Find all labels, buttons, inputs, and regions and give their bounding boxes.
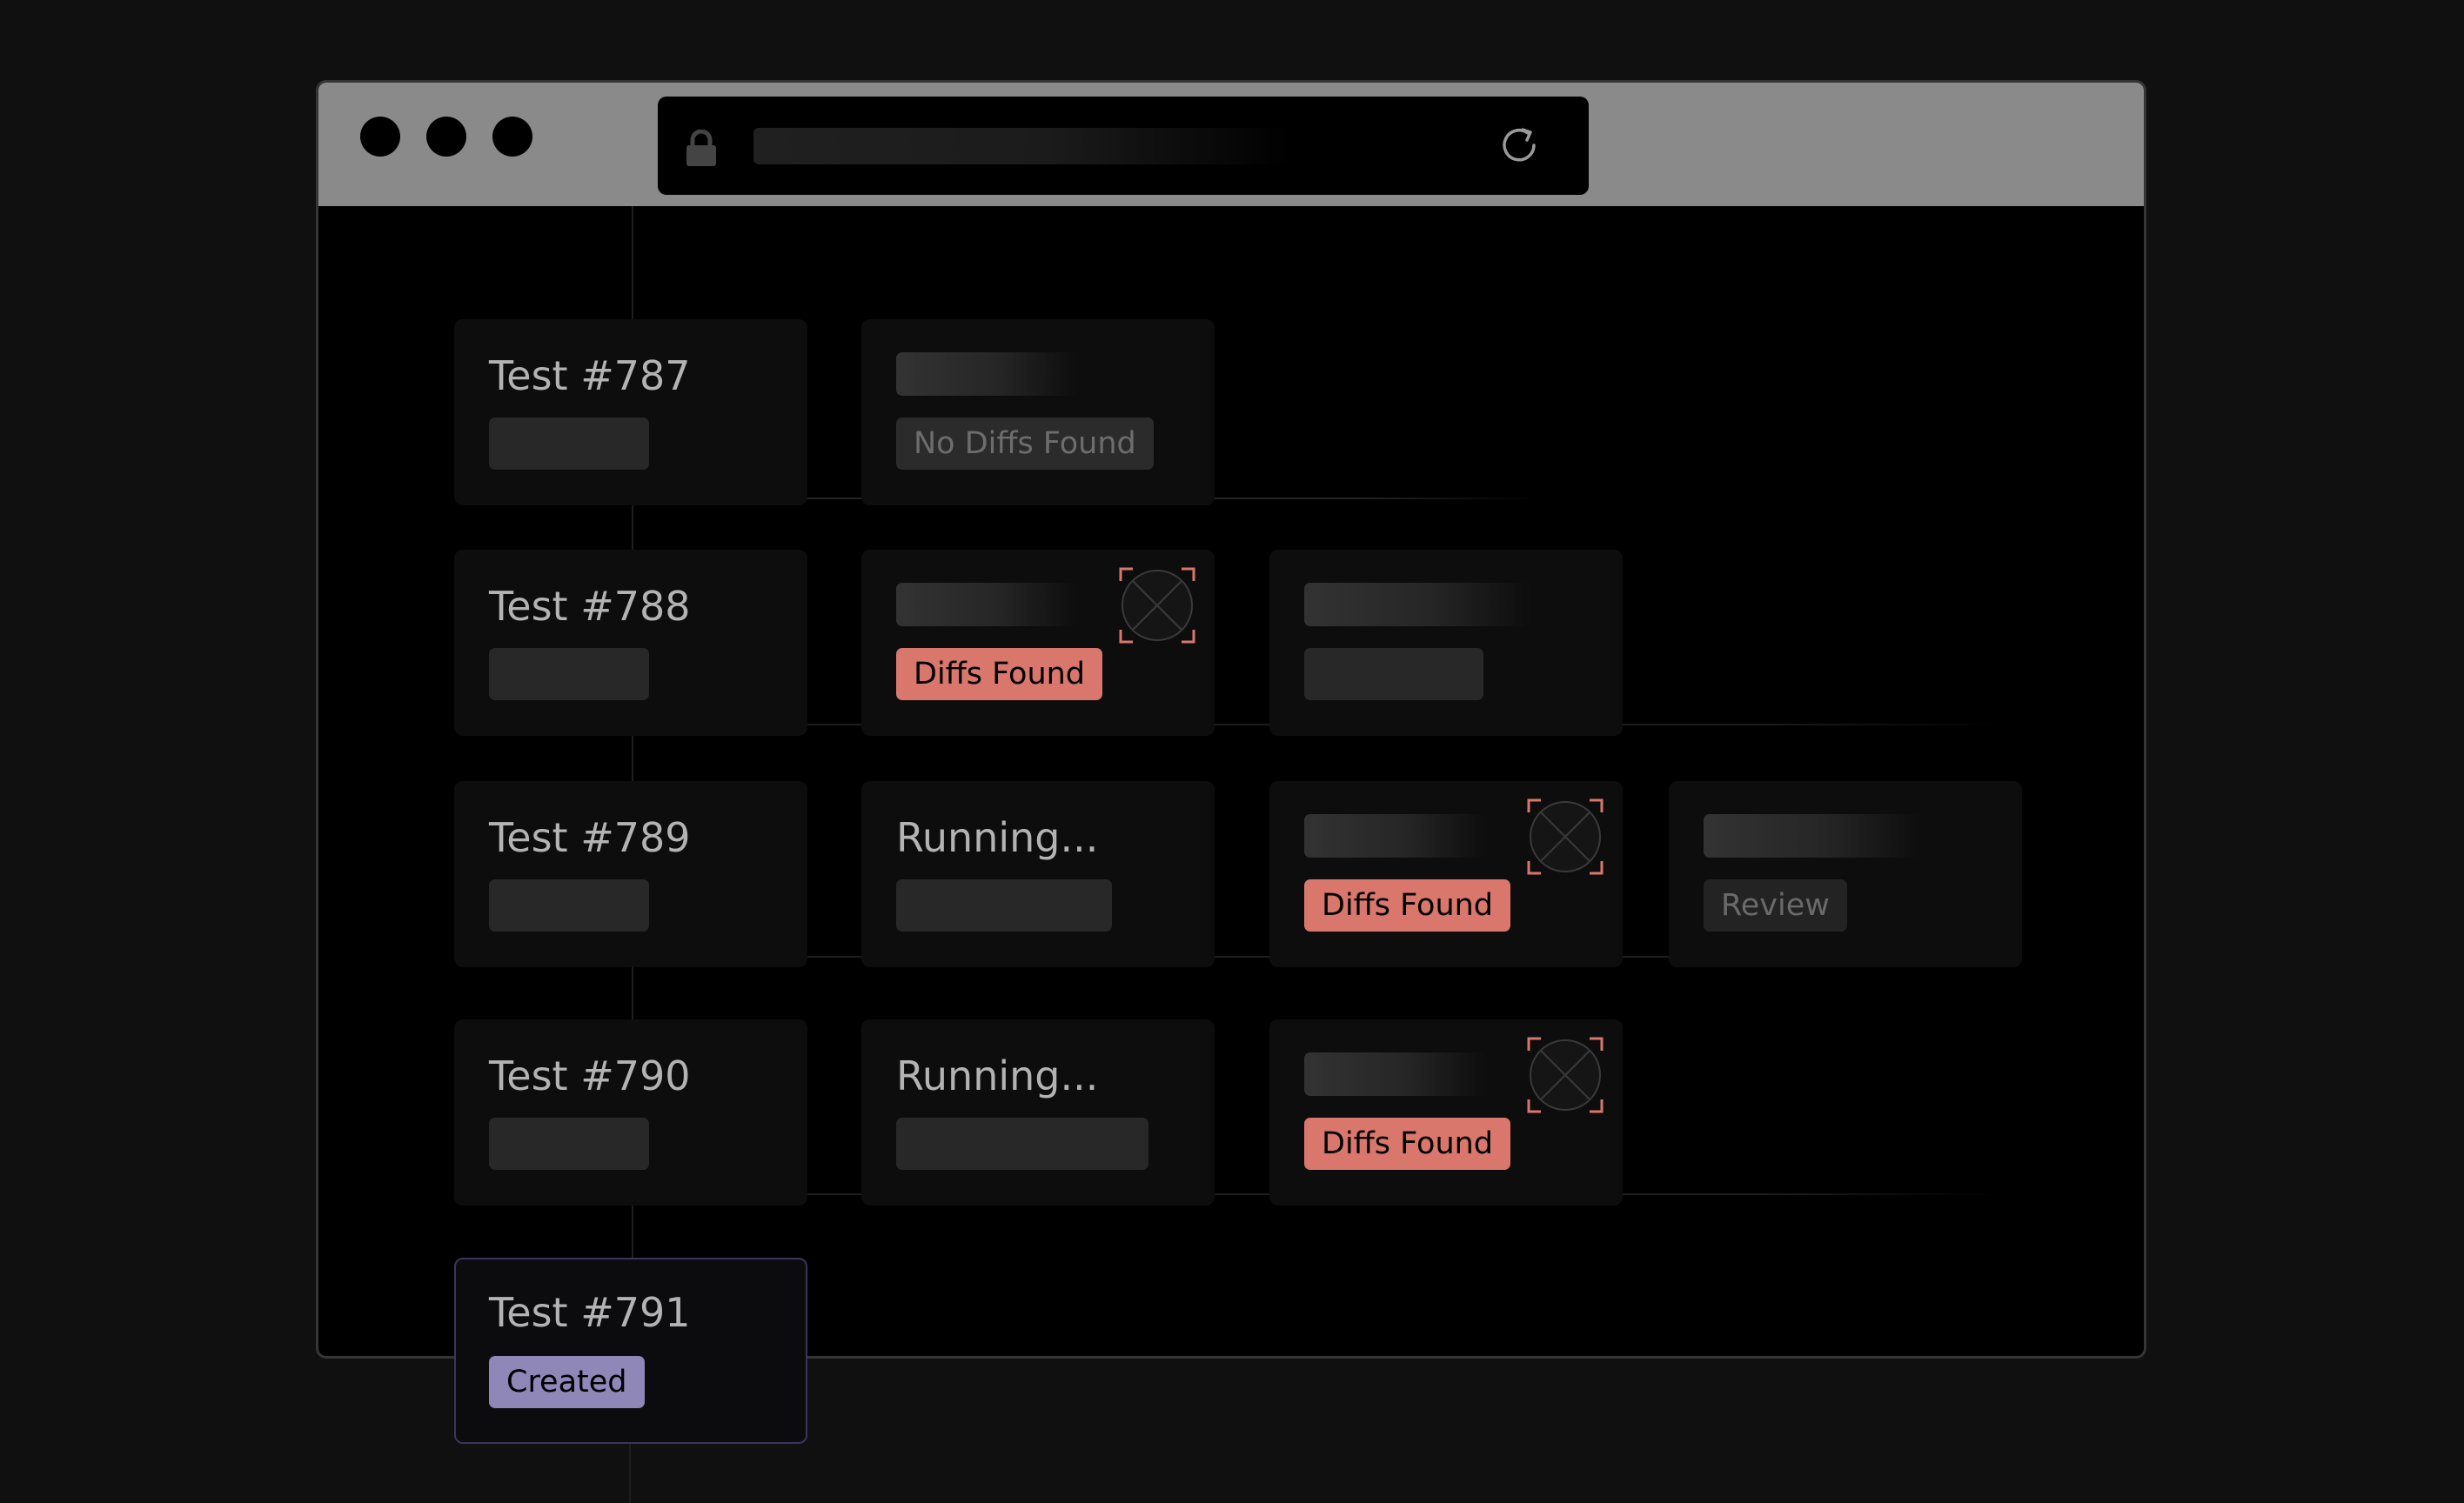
stage-card[interactable] [1269,550,1623,736]
diff-marker-icon[interactable] [1527,1037,1604,1113]
test-title: Test #788 [489,583,691,630]
stage-card[interactable]: Review [1669,781,2022,967]
status-badge: Diffs Found [896,648,1103,700]
test-title: Test #787 [489,352,691,399]
address-bar[interactable] [658,97,1589,195]
diff-marker-icon[interactable] [1119,567,1195,644]
test-card[interactable]: Test #790 [454,1019,807,1206]
status-badge: Diffs Found [1304,879,1511,932]
minimize-dot[interactable] [426,117,466,157]
stage-card[interactable]: Running... [861,1019,1215,1206]
stage-title-placeholder [1304,583,1530,626]
lock-icon [686,130,716,166]
stage-title: Running... [896,1052,1099,1099]
status-badge: Review [1704,879,1847,932]
test-title: Test #789 [489,814,691,861]
test-card-created[interactable]: Test #791 Created [454,1258,807,1444]
status-placeholder [489,648,649,700]
status-placeholder [1304,648,1483,700]
stage-card[interactable]: Running... [861,781,1215,967]
test-card[interactable]: Test #787 [454,319,807,505]
status-placeholder [489,1118,649,1170]
status-badge: No Diffs Found [896,418,1154,470]
stage-title-placeholder [896,583,1079,626]
stage-title-placeholder [1304,1052,1487,1096]
test-title: Test #790 [489,1052,691,1099]
status-placeholder [489,418,649,470]
stage-card[interactable]: Diffs Found [861,550,1215,736]
stage-title: Running... [896,814,1099,861]
diff-marker-icon[interactable] [1527,798,1604,875]
stage-title-placeholder [1704,814,1921,858]
stage-title-placeholder [1304,814,1487,858]
status-placeholder [896,879,1112,932]
status-placeholder [896,1118,1148,1170]
test-card[interactable]: Test #788 [454,550,807,736]
browser-titlebar [318,83,2144,206]
status-placeholder [489,879,649,932]
maximize-dot[interactable] [492,117,532,157]
status-badge: Diffs Found [1304,1118,1511,1170]
url-placeholder [753,128,1293,164]
close-dot[interactable] [360,117,400,157]
test-card[interactable]: Test #789 [454,781,807,967]
reload-icon[interactable] [1497,123,1543,168]
stage-card[interactable]: No Diffs Found [861,319,1215,505]
test-title: Test #791 [489,1289,691,1336]
stage-card[interactable]: Diffs Found [1269,781,1623,967]
status-badge: Created [489,1356,645,1408]
stage-card[interactable]: Diffs Found [1269,1019,1623,1206]
stage-title-placeholder [896,352,1079,396]
